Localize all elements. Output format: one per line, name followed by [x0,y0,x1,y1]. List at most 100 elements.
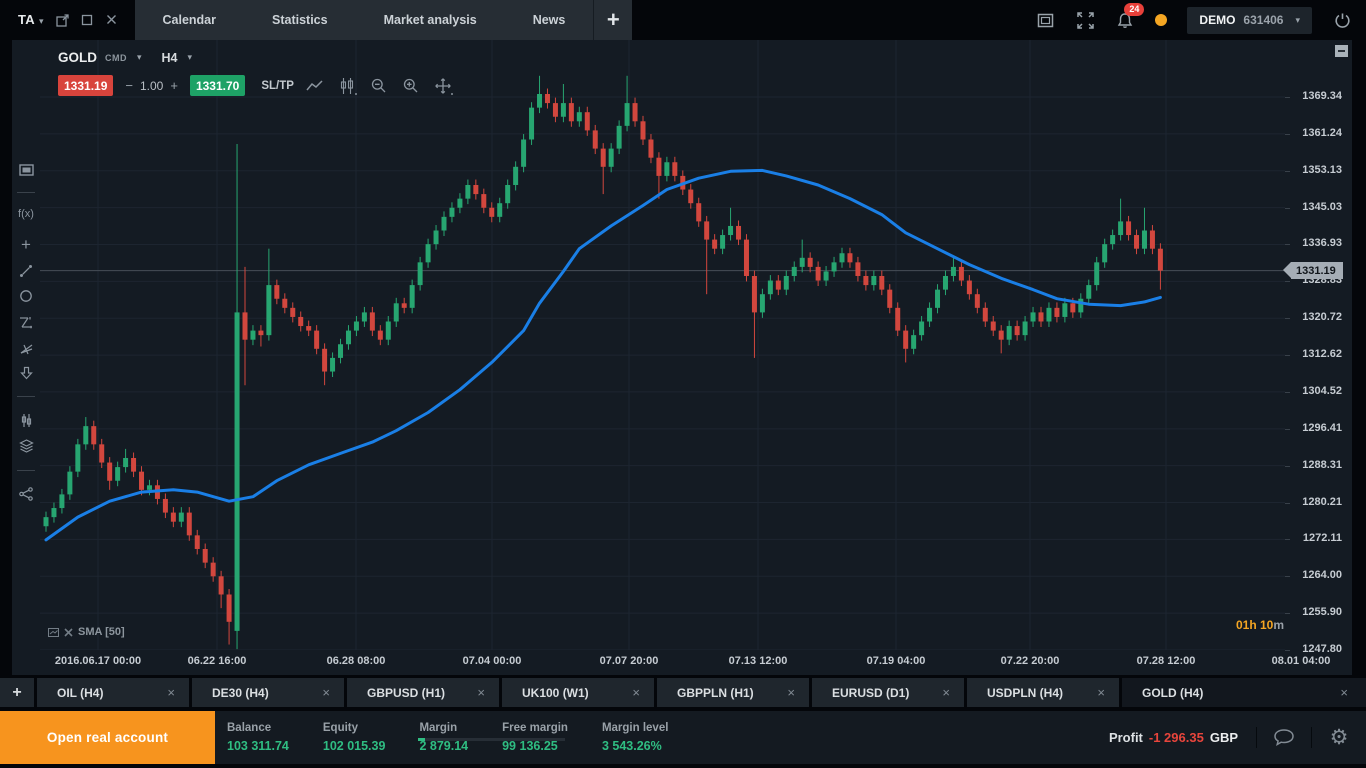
time-axis-label: 07.28 12:00 [1106,655,1226,667]
volume-stepper: − 1.00 + [123,78,180,93]
line-chart-icon[interactable] [304,76,326,96]
stat-balance: Balance 103 311.74 [227,722,289,753]
chart-trade-row: 1331.19 − 1.00 + 1331.70 SL/TP [58,75,454,96]
chart-panel: GOLD CMD ▾ H4 ▾ 1331.19 − 1.00 + 1331.70… [40,40,1366,675]
submenu-dot [355,93,357,95]
account-number: 631406 [1243,13,1283,27]
pan-crosshair-icon[interactable] [432,76,454,96]
trendline-tool-icon[interactable] [12,260,40,282]
indicator-name[interactable]: SMA [50] [78,626,125,638]
fibonacci-tool-icon[interactable] [12,311,40,333]
stat-equity: Equity 102 015.39 [323,722,386,753]
layers-icon[interactable] [12,435,40,457]
time-axis-label: 07.07 20:00 [569,655,689,667]
zoom-in-icon[interactable] [400,76,422,96]
price-axis-label: 1369.34 [1282,90,1342,102]
price-axis-label: 1304.52 [1282,385,1342,397]
chart-tab-eurusd[interactable]: EURUSD (D1) × [812,678,964,707]
close-icon[interactable]: × [1330,685,1348,700]
add-chart-tab-button[interactable]: + [0,678,34,707]
fib-fan-tool-icon[interactable] [12,337,40,359]
open-real-account-button[interactable]: Open real account [0,711,215,764]
bar-countdown: 01h 10m [1236,618,1284,632]
instrument-tabs-bar: + OIL (H4) × DE30 (H4) × GBPUSD (H1) × U… [0,675,1366,707]
notifications-bell-icon[interactable]: 24 [1115,10,1135,30]
timeframe-selector[interactable]: H4 [162,51,178,65]
time-axis-label: 07.13 12:00 [698,655,818,667]
time-axis-label: 07.19 04:00 [836,655,956,667]
decrease-volume-button[interactable]: − [125,78,133,93]
time-axis[interactable]: 2016.06.17 00:0006.22 16:0006.28 08:0007… [40,652,1366,675]
time-axis-label: 07.04 00:00 [432,655,552,667]
account-selector[interactable]: DEMO 631406 ▾ [1187,7,1312,34]
workspace-menu[interactable]: TA▾ [18,11,44,29]
sell-bid-button[interactable]: 1331.19 [58,75,113,96]
maximize-icon[interactable] [81,14,94,27]
price-axis-label: 1272.11 [1282,532,1342,544]
chart-tab-de30[interactable]: DE30 (H4) × [192,678,344,707]
close-icon[interactable]: × [1087,685,1105,700]
tab-statistics[interactable]: Statistics [244,0,356,40]
price-axis-label: 1255.90 [1282,606,1342,618]
close-icon[interactable]: × [777,685,795,700]
arrow-down-tool-icon[interactable] [12,362,40,384]
chevron-down-icon[interactable]: ▾ [137,52,142,63]
indicator-settings-icon[interactable] [48,628,59,637]
collapse-panel-icon[interactable] [1335,45,1348,57]
chart-tab-gbpusd[interactable]: GBPUSD (H1) × [347,678,499,707]
candlestick-chart-icon[interactable] [336,76,358,96]
price-axis-label: 1353.13 [1282,164,1342,176]
volume-value[interactable]: 1.00 [140,79,163,93]
ellipse-tool-icon[interactable] [12,285,40,307]
tab-calendar[interactable]: Calendar [135,0,245,40]
frame-tool-icon[interactable] [12,159,40,181]
indicators-fx-icon[interactable]: f(x) [12,203,40,225]
close-icon[interactable]: × [467,685,485,700]
top-bar: TA▾ Calendar Statistics Market analysis … [0,0,1366,40]
notification-badge: 24 [1124,3,1144,16]
chart-tab-gold-active[interactable]: GOLD (H4) × [1122,678,1366,707]
sltp-button[interactable]: SL/TP [261,80,294,92]
indicator-remove-icon[interactable] [64,628,73,637]
chart-tab-oil[interactable]: OIL (H4) × [37,678,189,707]
chart-tab-gbppln[interactable]: GBPPLN (H1) × [657,678,809,707]
price-axis-label: 1296.41 [1282,422,1342,434]
add-instrument-icon[interactable]: + [12,234,40,256]
price-axis-label: 1280.21 [1282,496,1342,508]
chart-tab-usdpln[interactable]: USDPLN (H4) × [967,678,1119,707]
divider [17,396,35,397]
time-axis-label: 06.22 16:00 [157,655,277,667]
popup-window-icon[interactable] [56,14,69,27]
buy-ask-button[interactable]: 1331.70 [190,75,245,96]
zoom-out-icon[interactable] [368,76,390,96]
drawing-toolbar: f(x) + [12,40,40,675]
margin-usage-bar [418,738,565,741]
increase-volume-button[interactable]: + [170,78,178,93]
close-icon[interactable]: × [622,685,640,700]
close-icon[interactable]: × [932,685,950,700]
close-icon[interactable]: × [157,685,175,700]
chat-icon[interactable] [1257,727,1311,748]
submenu-dot [451,93,453,95]
trading-platform-window: TA▾ Calendar Statistics Market analysis … [0,0,1366,768]
account-stats: Balance 103 311.74 Equity 102 015.39 Mar… [215,711,1366,764]
share-icon[interactable] [12,483,40,505]
add-workspace-tab-button[interactable]: + [594,0,632,40]
fullscreen-icon[interactable] [1075,10,1095,30]
chart-symbol-row: GOLD CMD ▾ H4 ▾ [58,50,192,65]
tab-market-analysis[interactable]: Market analysis [356,0,505,40]
power-logout-icon[interactable] [1332,10,1352,30]
chart-tab-uk100[interactable]: UK100 (W1) × [502,678,654,707]
chevron-down-icon[interactable]: ▾ [188,52,193,63]
tab-news[interactable]: News [505,0,594,40]
close-icon[interactable] [106,14,119,27]
symbol-name[interactable]: GOLD [58,50,97,65]
time-axis-label: 06.28 08:00 [296,655,416,667]
volume-tool-icon[interactable] [12,409,40,431]
divider [17,192,35,193]
gear-icon[interactable]: ⚙ [1312,727,1366,748]
candlestick-chart[interactable] [40,40,1285,650]
close-icon[interactable]: × [312,685,330,700]
restore-window-icon[interactable] [1035,10,1055,30]
profit-display: Profit -1 296.35 GBP [1109,727,1256,748]
